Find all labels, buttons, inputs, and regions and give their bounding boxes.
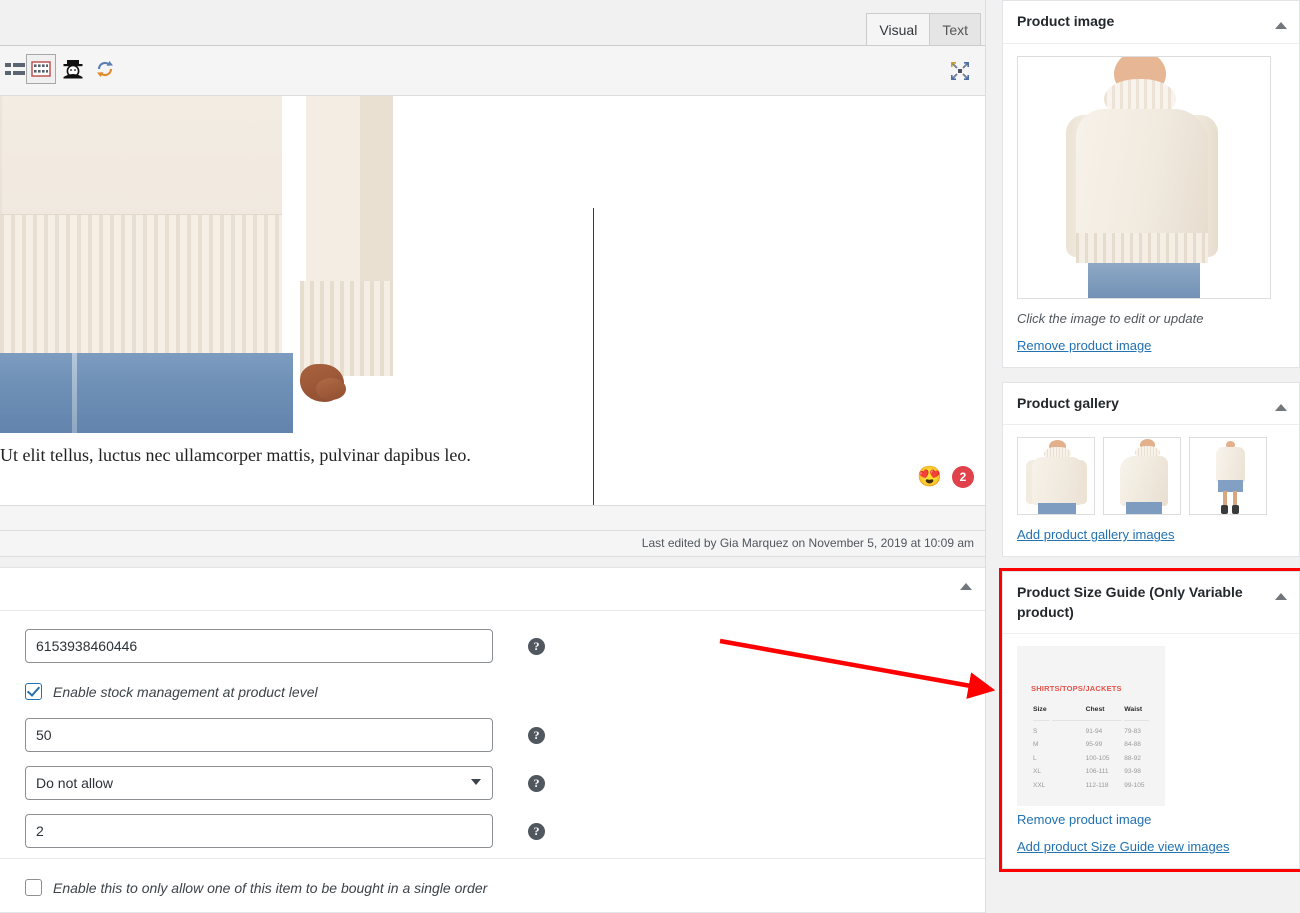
sku-help-icon[interactable]: ?	[528, 638, 545, 655]
size-guide-header-row: Size Chest Waist	[1033, 706, 1149, 722]
table-row: L 100-105 88-92	[1033, 750, 1149, 762]
product-image-body: Click the image to edit or update Remove…	[1003, 44, 1299, 367]
backorders-help-icon[interactable]: ?	[528, 775, 545, 792]
gallery-thumbnail[interactable]	[1017, 437, 1095, 516]
inserted-product-photo[interactable]	[0, 96, 393, 433]
caret-up-icon	[1275, 403, 1287, 411]
sold-individually-label: Enable this to only allow one of this it…	[53, 879, 488, 896]
add-gallery-images-link[interactable]: Add product gallery images	[1017, 527, 1175, 542]
product-gallery-metabox: Product gallery Add product gallery imag…	[1002, 381, 1300, 558]
gallery-thumbnail[interactable]	[1103, 437, 1181, 516]
size-guide-image[interactable]: SHIRTS/TOPS/JACKETS Size Chest Waist S 9…	[1017, 646, 1165, 807]
caret-up-icon	[1275, 593, 1287, 601]
cell-chest: 106-111	[1085, 768, 1109, 776]
inventory-panel: ? Enable stock management at product lev…	[0, 567, 986, 913]
size-guide-col-chest: Chest	[1051, 706, 1123, 722]
product-gallery-body: Add product gallery images	[1003, 425, 1299, 556]
cell-size: XXL	[1033, 781, 1046, 789]
sidebar: Product image Click the image to edit or…	[999, 0, 1300, 913]
fullscreen-icon[interactable]	[945, 56, 975, 86]
editor-status-bar	[0, 505, 986, 531]
cell-chest: 95-99	[1085, 741, 1103, 749]
reaction-row: 😍 2	[917, 466, 974, 488]
table-icon[interactable]	[26, 54, 56, 84]
editor-tab-bar: Visual Text	[0, 0, 986, 48]
product-size-guide-metabox: Product Size Guide (Only Variable produc…	[999, 568, 1300, 873]
table-row: S 91-94 79-83	[1033, 723, 1149, 735]
manage-stock-checkbox[interactable]	[25, 683, 42, 700]
inventory-divider	[0, 858, 985, 859]
caret-up-icon	[960, 583, 972, 590]
table-row: XL 106-111 93-98	[1033, 764, 1149, 776]
inventory-collapse-toggle[interactable]	[960, 583, 972, 590]
cell-chest: 112-118	[1085, 781, 1109, 789]
cell-size: L	[1033, 754, 1037, 762]
size-guide-header: Product Size Guide (Only Variable produc…	[1003, 572, 1299, 635]
table-row: M 95-99 84-88	[1033, 737, 1149, 749]
remove-product-image-link[interactable]: Remove product image	[1017, 338, 1151, 353]
size-guide-remove-image-link[interactable]: Remove product image	[1017, 812, 1285, 827]
editor-column: Visual Text Ut elit tellus, luctus nec u…	[0, 0, 986, 913]
editor-toolbar	[0, 46, 986, 96]
reaction-count-badge[interactable]: 2	[952, 466, 974, 488]
product-image-title: Product image	[1017, 13, 1115, 29]
size-guide-body: SHIRTS/TOPS/JACKETS Size Chest Waist S 9…	[1003, 634, 1299, 868]
size-guide-title: Product Size Guide (Only Variable produc…	[1017, 584, 1243, 620]
size-guide-image-heading: SHIRTS/TOPS/JACKETS	[1031, 684, 1122, 694]
last-edited-text: Last edited by Gia Marquez on November 5…	[0, 531, 986, 557]
size-guide-toggle[interactable]	[1275, 586, 1287, 606]
stock-quantity-help-icon[interactable]: ?	[528, 727, 545, 744]
product-image-toggle[interactable]	[1275, 15, 1287, 35]
tab-text[interactable]: Text	[929, 13, 981, 48]
product-image-header: Product image	[1003, 1, 1299, 44]
cell-size: M	[1033, 741, 1039, 749]
cell-chest: 91-94	[1085, 727, 1103, 735]
editor-content-area[interactable]: Ut elit tellus, luctus nec ullamcorper m…	[0, 96, 986, 505]
featured-image-thumbnail[interactable]	[1017, 55, 1271, 299]
caret-up-icon	[1275, 22, 1287, 29]
sold-individually-checkbox[interactable]	[25, 879, 42, 896]
backorders-select[interactable]	[25, 766, 493, 800]
size-guide-col-waist: Waist	[1124, 706, 1149, 722]
product-gallery-toggle[interactable]	[1275, 397, 1287, 417]
stock-quantity-input[interactable]	[25, 718, 493, 752]
tab-visual[interactable]: Visual	[866, 13, 931, 48]
featured-image-caption: Click the image to edit or update	[1017, 310, 1204, 326]
incognito-icon[interactable]	[58, 54, 88, 84]
heart-eyes-emoji-icon[interactable]: 😍	[917, 467, 942, 487]
cell-chest: 100-105	[1085, 754, 1110, 762]
editor-paragraph[interactable]: Ut elit tellus, luctus nec ullamcorper m…	[0, 443, 986, 468]
gallery-thumbnail-list	[1017, 437, 1285, 516]
size-guide-table: Size Chest Waist S 91-94 79-83 M 95-99 8…	[1031, 704, 1151, 791]
table-row: XXL 112-118 99-105	[1033, 777, 1149, 789]
cell-waist: 88-92	[1124, 754, 1141, 762]
inventory-panel-header	[0, 568, 985, 611]
cell-waist: 99-105	[1124, 781, 1145, 789]
product-gallery-header: Product gallery	[1003, 383, 1299, 426]
low-stock-threshold-input[interactable]	[25, 814, 493, 848]
sync-refresh-icon[interactable]	[90, 54, 120, 84]
add-size-guide-images-link[interactable]: Add product Size Guide view images	[1017, 839, 1229, 854]
product-image-metabox: Product image Click the image to edit or…	[1002, 0, 1300, 368]
gallery-thumbnail[interactable]	[1189, 437, 1267, 516]
low-stock-threshold-help-icon[interactable]: ?	[528, 823, 545, 840]
manage-stock-label: Enable stock management at product level	[53, 683, 318, 700]
cell-waist: 84-88	[1124, 741, 1141, 749]
cell-waist: 79-83	[1124, 727, 1141, 735]
sku-input[interactable]	[25, 629, 493, 663]
cell-waist: 93-98	[1124, 768, 1141, 776]
cell-size: XL	[1033, 768, 1041, 776]
column-divider	[985, 0, 986, 913]
size-guide-col-size: Size	[1033, 706, 1050, 722]
cell-size: S	[1033, 727, 1038, 735]
panel-gap	[0, 557, 986, 567]
product-gallery-title: Product gallery	[1017, 394, 1119, 411]
